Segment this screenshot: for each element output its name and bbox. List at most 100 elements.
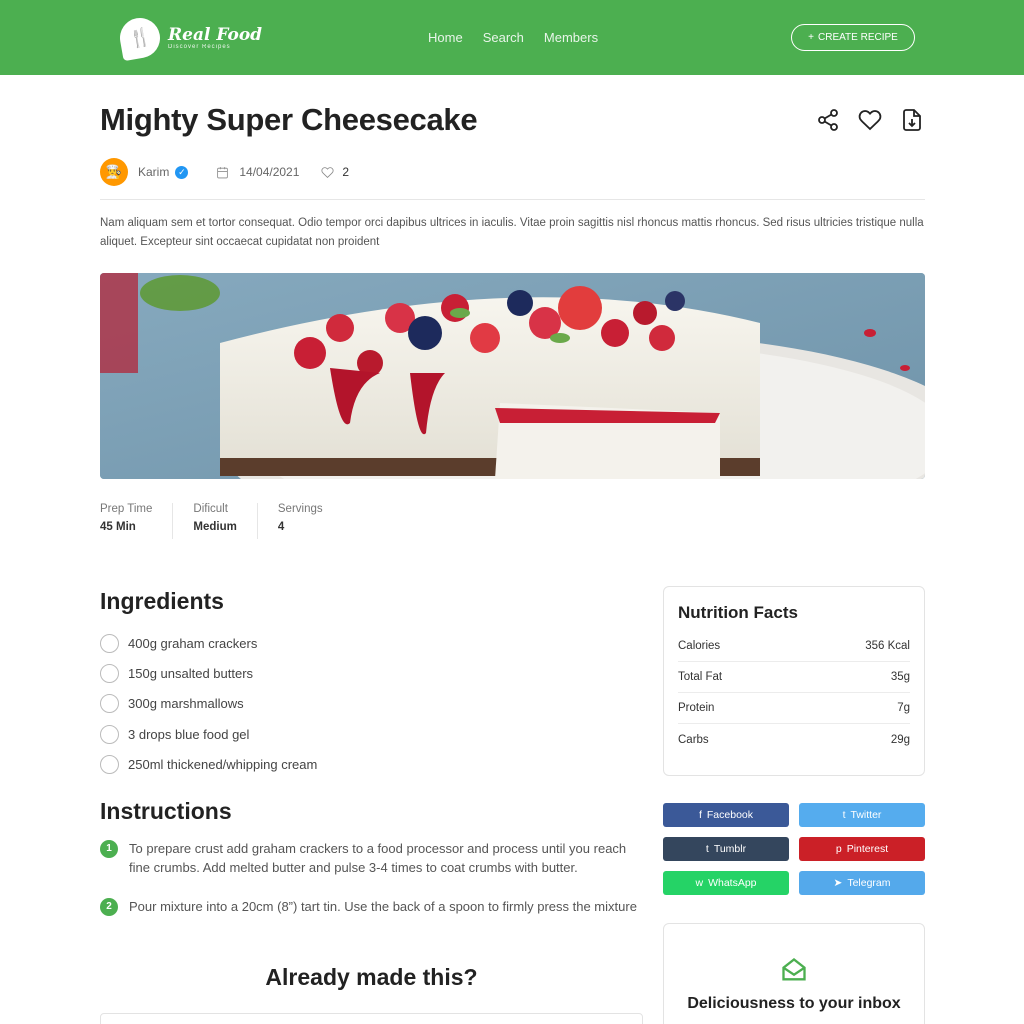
top-navbar: 🍴 Real Food Discover Recipes Home Search… bbox=[0, 0, 1024, 75]
cheesecake-photo bbox=[100, 273, 925, 479]
nutrition-title: Nutrition Facts bbox=[678, 603, 798, 622]
download-file-icon[interactable] bbox=[900, 108, 924, 132]
verified-icon: ✓ bbox=[175, 165, 189, 179]
fork-knife-icon: 🍴 bbox=[116, 14, 164, 62]
author-name[interactable]: Karim bbox=[138, 165, 169, 179]
like-count: 2 bbox=[342, 165, 350, 179]
nutrition-label: Calories bbox=[678, 640, 721, 652]
heart-icon bbox=[321, 166, 334, 178]
create-recipe-button[interactable]: + CREATE RECIPE bbox=[791, 24, 915, 51]
tumblr-icon: t bbox=[705, 843, 709, 855]
logo[interactable]: 🍴 Real Food Discover Recipes bbox=[116, 14, 263, 62]
share-icon[interactable] bbox=[816, 108, 840, 132]
ingredient-label: 400g graham crackers bbox=[128, 635, 258, 651]
checkbox-circle-icon[interactable] bbox=[100, 754, 119, 774]
nutrition-value: 29g bbox=[890, 733, 910, 746]
newsletter-card: Deliciousness to your inbox bbox=[663, 923, 925, 1024]
checkbox-circle-icon[interactable] bbox=[100, 724, 119, 744]
ingredient-item[interactable]: 300g marshmallows bbox=[100, 689, 317, 719]
ingredient-label: 150g unsalted butters bbox=[128, 665, 254, 681]
facebook-icon: f bbox=[698, 809, 702, 821]
nutrition-label: Total Fat bbox=[678, 671, 723, 683]
logo-subtitle: Discover Recipes bbox=[168, 44, 231, 50]
nav-home[interactable]: Home bbox=[428, 30, 463, 45]
feedback-box[interactable] bbox=[100, 1013, 643, 1024]
ingredient-item[interactable]: 400g graham crackers bbox=[100, 628, 317, 658]
recipe-image bbox=[100, 273, 925, 479]
share-label: Pinterest bbox=[846, 843, 889, 855]
telegram-share-button[interactable]: ➤ Telegram bbox=[799, 871, 925, 895]
pinterest-icon: p bbox=[835, 843, 842, 855]
nutrition-row: Protein 7g bbox=[678, 693, 910, 724]
instructions-heading: Instructions bbox=[100, 798, 232, 824]
nutrition-value: 356 Kcal bbox=[865, 640, 910, 652]
create-recipe-label: CREATE RECIPE bbox=[818, 32, 898, 43]
stat-label: Prep Time bbox=[100, 503, 153, 515]
envelope-icon bbox=[782, 958, 806, 981]
share-label: Twitter bbox=[850, 809, 882, 821]
stat-value: 4 bbox=[277, 521, 285, 533]
share-label: Facebook bbox=[706, 809, 754, 821]
instruction-step: 2 Pour mixture into a 20cm (8”) tart tin… bbox=[100, 897, 640, 916]
recipe-meta: 👨‍🍳 Karim ✓ 14/04/2021 2 bbox=[100, 158, 349, 186]
logo-title: Real Food bbox=[168, 25, 263, 45]
already-made-heading: Already made this? bbox=[265, 964, 478, 990]
main-nav: Home Search Members bbox=[428, 30, 598, 45]
stat-value: Medium bbox=[193, 521, 237, 533]
whatsapp-share-button[interactable]: w WhatsApp bbox=[663, 871, 789, 895]
stat-difficulty: Dificult Medium bbox=[193, 503, 258, 539]
share-label: Tumblr bbox=[713, 843, 747, 855]
recipe-stats: Prep Time 45 Min Dificult Medium Serving… bbox=[100, 503, 363, 539]
nav-search[interactable]: Search bbox=[483, 30, 524, 45]
stat-value: 45 Min bbox=[100, 521, 136, 533]
checkbox-circle-icon[interactable] bbox=[100, 694, 119, 714]
step-number: 2 bbox=[100, 898, 118, 916]
nutrition-value: 35g bbox=[890, 671, 910, 683]
nutrition-row: Carbs 29g bbox=[678, 724, 910, 755]
stat-prep-time: Prep Time 45 Min bbox=[100, 503, 174, 539]
instruction-step: 1 To prepare crust add graham crackers t… bbox=[100, 839, 640, 877]
heart-icon[interactable] bbox=[858, 108, 882, 132]
share-label: WhatsApp bbox=[708, 877, 757, 889]
ingredient-label: 300g marshmallows bbox=[128, 696, 244, 712]
nutrition-facts-card: Nutrition Facts Calories 356 Kcal Total F… bbox=[663, 586, 925, 776]
ingredients-list: 400g graham crackers 150g unsalted butte… bbox=[100, 628, 317, 779]
avatar[interactable]: 👨‍🍳 bbox=[100, 158, 128, 186]
ingredient-item[interactable]: 3 drops blue food gel bbox=[100, 719, 317, 749]
stat-label: Dificult bbox=[193, 503, 228, 515]
nutrition-label: Carbs bbox=[678, 733, 709, 746]
ingredient-item[interactable]: 250ml thickened/whipping cream bbox=[100, 749, 317, 779]
pinterest-share-button[interactable]: p Pinterest bbox=[799, 837, 925, 861]
calendar-icon bbox=[217, 166, 229, 178]
recipe-title: Mighty Super Cheesecake bbox=[100, 102, 478, 137]
ingredient-label: 3 drops blue food gel bbox=[128, 726, 250, 742]
ingredient-label: 250ml thickened/whipping cream bbox=[128, 756, 318, 772]
nutrition-label: Protein bbox=[678, 702, 715, 714]
recipe-actions bbox=[816, 108, 924, 132]
social-share-buttons: f Facebook t Twitter t Tumblr p Pinterest wW… bbox=[663, 803, 925, 895]
checkbox-circle-icon[interactable] bbox=[100, 663, 119, 683]
plus-icon: + bbox=[808, 32, 814, 43]
ingredients-heading: Ingredients bbox=[100, 588, 224, 614]
share-label: Telegram bbox=[847, 877, 891, 889]
facebook-share-button[interactable]: f Facebook bbox=[663, 803, 789, 827]
stat-label: Servings bbox=[277, 503, 323, 515]
step-text: To prepare crust add graham crackers to … bbox=[129, 841, 627, 875]
whatsapp-icon: w bbox=[695, 877, 704, 889]
nutrition-value: 7g bbox=[897, 702, 910, 714]
divider bbox=[100, 199, 925, 200]
checkbox-circle-icon[interactable] bbox=[100, 633, 119, 653]
stat-servings: Servings 4 bbox=[278, 503, 343, 539]
nav-members[interactable]: Members bbox=[544, 30, 598, 45]
twitter-icon: t bbox=[842, 809, 846, 821]
step-number: 1 bbox=[100, 840, 118, 858]
nutrition-row: Total Fat 35g bbox=[678, 662, 910, 693]
recipe-description: Nam aliquam sem et tortor consequat. Odi… bbox=[100, 217, 924, 248]
nutrition-row: Calories 356 Kcal bbox=[678, 631, 910, 662]
step-text: Pour mixture into a 20cm (8”) tart tin. … bbox=[129, 899, 637, 914]
twitter-share-button[interactable]: t Twitter bbox=[799, 803, 925, 827]
publish-date: 14/04/2021 bbox=[239, 165, 300, 179]
ingredient-item[interactable]: 150g unsalted butters bbox=[100, 658, 317, 688]
tumblr-share-button[interactable]: t Tumblr bbox=[663, 837, 789, 861]
newsletter-title: Deliciousness to your inbox bbox=[687, 995, 901, 1012]
